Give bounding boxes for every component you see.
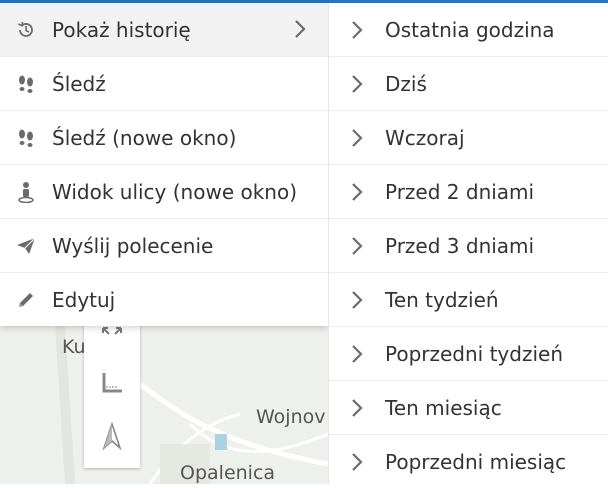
menu-item-label: Pokaż historię (52, 17, 191, 42)
chevron-right-icon (294, 19, 306, 43)
chevron-right-icon (351, 20, 371, 40)
chevron-right-icon (351, 452, 371, 472)
submenu-item-2-days-ago[interactable]: Przed 2 dniami (329, 165, 608, 219)
chevron-right-icon (351, 290, 371, 310)
footprints-icon (15, 73, 37, 95)
map-place-label: Wojnov (256, 406, 326, 428)
pencil-icon (15, 289, 37, 311)
menu-item-street-view[interactable]: Widok ulicy (nowe okno) (0, 165, 328, 219)
submenu-item-3-days-ago[interactable]: Przed 3 dniami (329, 219, 608, 273)
submenu-item-label: Przed 3 dniami (385, 233, 535, 258)
history-icon (15, 19, 37, 41)
submenu-item-this-week[interactable]: Ten tydzień (329, 273, 608, 327)
submenu-item-last-month[interactable]: Poprzedni miesiąc (329, 435, 608, 488)
submenu-item-this-month[interactable]: Ten miesiąc (329, 381, 608, 435)
paper-plane-icon (15, 235, 37, 257)
menu-item-label: Śledź (nowe okno) (52, 125, 237, 150)
submenu-item-label: Ten tydzień (385, 287, 499, 312)
footprints-icon (15, 127, 37, 149)
menu-item-follow[interactable]: Śledź (0, 57, 328, 111)
submenu-item-label: Dziś (385, 71, 427, 96)
context-menu: Pokaż historię Śledź Śledź (nowe okno) W… (0, 3, 328, 326)
map-place-label: Opalenica (180, 462, 276, 484)
menu-item-show-history[interactable]: Pokaż historię (0, 3, 328, 57)
chevron-right-icon (351, 128, 371, 148)
chevron-right-icon (351, 182, 371, 202)
submenu-item-today[interactable]: Dziś (329, 57, 608, 111)
submenu-item-label: Przed 2 dniami (385, 179, 535, 204)
menu-item-label: Wyślij polecenie (52, 233, 214, 258)
street-view-person-icon (15, 181, 37, 203)
chevron-right-icon (351, 74, 371, 94)
menu-item-edit[interactable]: Edytuj (0, 273, 328, 326)
submenu-item-label: Ten miesiąc (385, 395, 502, 420)
menu-item-label: Widok ulicy (nowe okno) (52, 179, 298, 204)
submenu-item-last-week[interactable]: Poprzedni tydzień (329, 327, 608, 381)
ruler-icon[interactable] (98, 368, 126, 396)
chevron-right-icon (351, 344, 371, 364)
menu-item-send-command[interactable]: Wyślij polecenie (0, 219, 328, 273)
map-background (0, 324, 328, 484)
compass-north-icon[interactable] (98, 422, 126, 450)
map-view[interactable]: Ku Wojnov Opalenica (0, 324, 328, 484)
submenu-item-label: Wczoraj (385, 125, 465, 150)
menu-item-label: Edytuj (52, 287, 116, 312)
map-toolbar (84, 324, 140, 468)
submenu-item-label: Ostatnia godzina (385, 17, 555, 42)
submenu-item-yesterday[interactable]: Wczoraj (329, 111, 608, 165)
menu-item-label: Śledź (52, 71, 106, 96)
menu-item-follow-new-window[interactable]: Śledź (nowe okno) (0, 111, 328, 165)
submenu-item-last-hour[interactable]: Ostatnia godzina (329, 3, 608, 57)
map-place-label: Ku (62, 336, 86, 358)
submenu-item-label: Poprzedni miesiąc (385, 449, 567, 474)
history-submenu: Ostatnia godzina Dziś Wczoraj Przed 2 dn… (328, 3, 608, 484)
submenu-item-label: Poprzedni tydzień (385, 341, 563, 366)
chevron-right-icon (351, 236, 371, 256)
fullscreen-icon[interactable] (98, 324, 126, 348)
chevron-right-icon (351, 398, 371, 418)
